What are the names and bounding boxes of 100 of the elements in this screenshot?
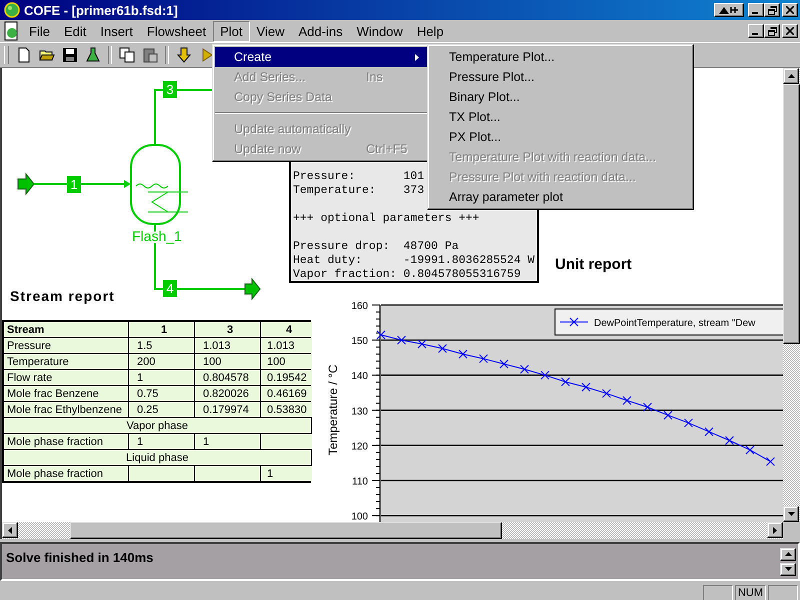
menu-item[interactable]: Create	[215, 47, 427, 67]
report-value: -19991.8036285524 W	[403, 254, 535, 268]
menu-item[interactable]: TX Plot...	[430, 107, 691, 127]
menu-item[interactable]: Window	[350, 20, 410, 42]
scroll-down-button[interactable]	[780, 562, 796, 576]
menu-item[interactable]: Insert	[93, 20, 140, 42]
data-point	[766, 457, 775, 466]
scroll-right-button[interactable]	[767, 522, 783, 538]
menu-item[interactable]: File	[22, 20, 57, 42]
data-point	[540, 370, 550, 380]
menu-item[interactable]: Temperature Plot...	[430, 47, 691, 67]
report-label: Pressure:	[293, 170, 356, 184]
data-point	[479, 354, 488, 364]
outlet-arrow-icon	[244, 278, 261, 300]
data-point	[622, 396, 632, 405]
restore-icon	[768, 26, 776, 36]
report-value: 101	[403, 170, 424, 184]
copy-icon[interactable]	[119, 47, 135, 63]
minimize-button[interactable]	[748, 3, 764, 17]
scroll-up-button[interactable]	[780, 548, 796, 560]
table-cell: 1.013	[194, 338, 260, 354]
paste-icon[interactable]	[142, 47, 158, 63]
scroll-left-button[interactable]	[2, 522, 18, 538]
status-pane	[702, 584, 733, 600]
scroll-down-button[interactable]	[783, 506, 799, 522]
down-arrow-icon	[784, 567, 792, 571]
menu-item[interactable]: Edit	[56, 20, 94, 42]
restore-button[interactable]	[764, 3, 780, 17]
data-point	[582, 382, 590, 392]
menu-item[interactable]: Help	[410, 20, 451, 42]
data-point	[500, 359, 508, 368]
roll-up-button[interactable]	[714, 3, 744, 17]
table-cell: 1	[194, 434, 260, 450]
menu-item[interactable]: Array parameter plot	[430, 187, 691, 207]
tick-label: 120	[351, 441, 368, 452]
table-cell: 0.25	[128, 402, 194, 418]
minimize-button[interactable]	[748, 24, 764, 38]
section-header: Liquid phase	[3, 450, 311, 466]
data-point	[602, 388, 611, 398]
menu-item[interactable]: Flowsheet	[140, 20, 214, 42]
table-cell: 1.5	[128, 338, 194, 354]
inlet-arrow-icon	[18, 172, 35, 196]
menu-item[interactable]: Add-ins	[291, 20, 350, 42]
report-label: Vapor fraction:	[293, 268, 398, 282]
restore-button[interactable]	[764, 24, 780, 38]
table-cell: 1	[128, 370, 194, 386]
report-label: Temperature:	[293, 184, 377, 198]
data-point	[725, 436, 734, 445]
scroll-thumb[interactable]	[70, 522, 502, 539]
scroll-up-button[interactable]	[783, 68, 799, 84]
table-cell: 0.179974	[194, 402, 260, 418]
data-point	[664, 410, 672, 420]
axis-title: Temperature / °C	[326, 364, 340, 456]
close-button[interactable]	[782, 3, 798, 17]
status-pane	[768, 584, 798, 600]
table-cell: 0.804578	[194, 370, 260, 386]
table-cell: Temperature	[3, 354, 128, 370]
data-point	[438, 344, 447, 354]
report-value: 0.804578055316759	[403, 268, 521, 282]
status-pane: NUM	[734, 584, 766, 600]
close-button[interactable]	[782, 24, 798, 38]
column-header: 3	[194, 321, 260, 338]
save-icon[interactable]	[62, 47, 78, 63]
menu-item[interactable]: Pressure Plot...	[430, 67, 691, 87]
report-value: 373	[403, 184, 424, 198]
table-cell: Mole frac Ethylbenzene	[3, 402, 128, 418]
close-icon	[786, 27, 794, 35]
data-point	[704, 427, 714, 436]
restore-icon	[768, 6, 776, 14]
scroll-thumb[interactable]	[783, 84, 800, 344]
right-arrow-icon	[773, 526, 777, 534]
down-arrow-icon[interactable]	[176, 47, 192, 63]
up-arrow-icon	[788, 74, 794, 78]
menu-item[interactable]: Binary Plot...	[430, 87, 691, 107]
document-icon[interactable]	[4, 21, 18, 41]
new-document-icon[interactable]	[16, 47, 32, 63]
data-point	[376, 330, 386, 340]
menu-item[interactable]: Plot	[213, 20, 250, 42]
up-arrow-icon	[784, 552, 792, 556]
menu-item[interactable]: PX Plot...	[430, 127, 691, 147]
tick-label: 140	[351, 371, 368, 382]
window-title: COFE - [primer61b.fsd:1]	[24, 2, 178, 18]
table-cell: Mole frac Benzene	[3, 386, 128, 402]
down-arrow-icon	[788, 512, 794, 516]
table-cell: 200	[128, 354, 194, 370]
unit-report-title: Unit report	[555, 256, 632, 273]
column-header: 1	[128, 321, 194, 338]
stream-report-title: Stream report	[10, 288, 115, 304]
data-point	[458, 350, 468, 359]
data-point	[418, 339, 426, 348]
report-value: 48700 Pa	[403, 240, 459, 254]
table-cell: Pressure	[3, 338, 128, 354]
menu-item[interactable]: View	[250, 20, 292, 42]
flask-icon[interactable]	[85, 47, 101, 63]
section-header: Vapor phase	[3, 418, 311, 434]
tick-label: 130	[351, 406, 368, 418]
report-label: Pressure drop:	[293, 240, 391, 254]
data-point	[397, 336, 406, 345]
table-cell: Mole phase fraction	[3, 434, 128, 450]
left-arrow-icon	[8, 526, 12, 534]
